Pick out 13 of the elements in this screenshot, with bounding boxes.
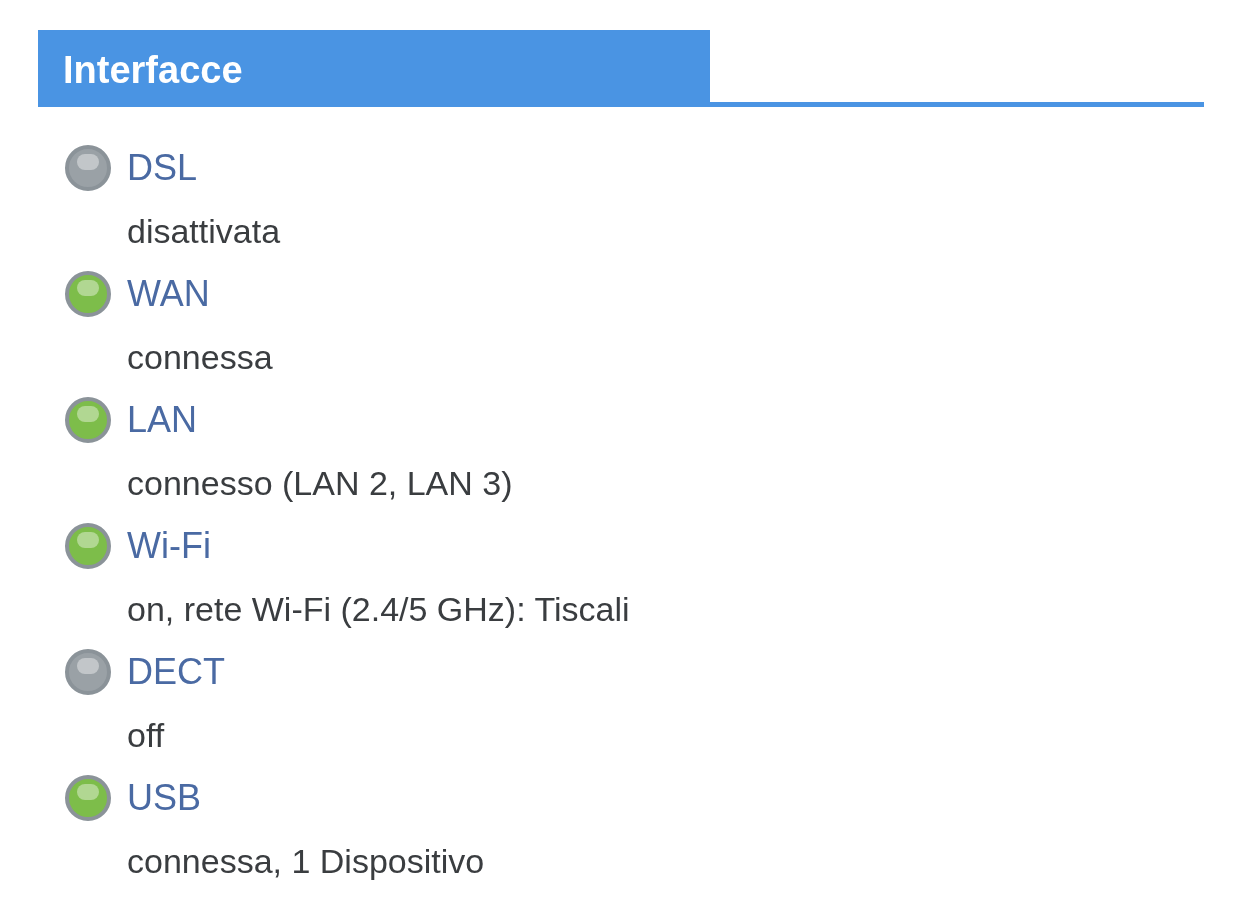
interface-link[interactable]: LAN bbox=[127, 393, 198, 447]
interface-link[interactable]: Wi-Fi bbox=[127, 519, 211, 573]
interface-link[interactable]: WAN bbox=[127, 267, 210, 321]
interface-status: connessa, 1 Dispositivo bbox=[127, 840, 485, 882]
interface-status: connessa bbox=[127, 336, 273, 378]
interface-status: disattivata bbox=[127, 210, 281, 252]
interface-status: on, rete Wi-Fi (2.4/5 GHz): Tiscali bbox=[127, 588, 630, 630]
interface-status: off bbox=[127, 714, 165, 756]
interface-status: connesso (LAN 2, LAN 3) bbox=[127, 462, 513, 504]
panel-title: Interfacce bbox=[38, 30, 710, 107]
interface-link[interactable]: USB bbox=[127, 771, 202, 825]
interface-link[interactable]: DSL bbox=[127, 141, 198, 195]
interface-link[interactable]: DECT bbox=[127, 645, 225, 699]
